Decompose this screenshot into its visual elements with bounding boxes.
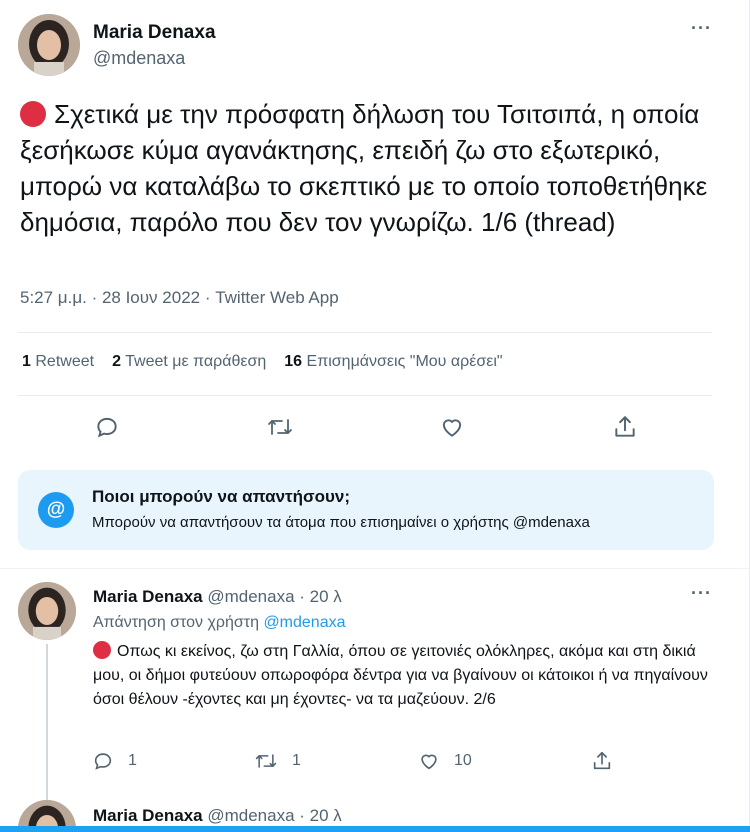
like-icon[interactable] [439,414,465,440]
share-icon[interactable] [591,750,613,772]
who-can-reply-subtitle: Μπορούν να απαντήσουν τα άτομα που επιση… [92,514,590,531]
share-icon[interactable] [612,414,638,440]
like-button[interactable]: 10 [418,750,472,772]
reply-header: Maria Denaxa @mdenaxa · 20 λ [93,587,342,607]
author-name[interactable]: Maria Denaxa [93,806,203,825]
quotes-stat[interactable]: 2 Tweet με παράθεση [112,353,266,370]
reply-header: Maria Denaxa @mdenaxa · 20 λ [93,806,342,826]
more-options-icon[interactable]: ··· [691,18,712,39]
red-circle-emoji-icon [93,641,111,659]
retweet-count: 1 [292,752,301,769]
avatar[interactable] [18,14,80,76]
tweet-text: Σχετικά με την πρόσφατη δήλωση του Τσιτσ… [20,96,725,240]
divider [0,568,749,569]
tweet-actions [0,408,750,448]
author-handle[interactable]: @mdenaxa [93,48,185,69]
mention-icon: @ [38,492,74,528]
reply-text: Οπως κι εκείνος, ζω στη Γαλλία, όπου σε … [93,640,718,712]
author-handle-time[interactable]: @mdenaxa · 20 λ [207,587,341,606]
mention-link[interactable]: @mdenaxa [263,614,345,631]
divider [18,332,712,333]
divider [18,395,712,396]
reply-count: 1 [128,752,137,769]
who-can-reply-box: @ Ποιοι μπορούν να απαντήσουν; Μπορούν ν… [18,470,714,550]
replying-to: Απάντηση στον χρήστη @mdenaxa [93,614,346,631]
reply-icon[interactable] [94,414,120,440]
retweets-stat[interactable]: 1 Retweet [22,353,94,370]
like-count: 10 [454,752,472,769]
author-handle-time[interactable]: @mdenaxa · 20 λ [207,806,341,825]
more-options-icon[interactable]: ··· [691,583,712,604]
reply-text-body: Οπως κι εκείνος, ζω στη Γαλλία, όπου σε … [93,643,708,708]
author-name[interactable]: Maria Denaxa [93,587,203,606]
thread-line [46,644,48,800]
red-circle-emoji-icon [20,101,46,127]
avatar[interactable] [18,582,76,640]
bottom-bar [0,826,750,832]
retweet-button[interactable]: 1 [254,750,301,772]
tweet-text-body: Σχετικά με την πρόσφατη δήλωση του Τσιτσ… [20,99,708,237]
likes-stat[interactable]: 16 Επισημάνσεις "Μου αρέσει" [284,353,502,370]
retweet-icon[interactable] [266,414,294,440]
tweet-stats: 1 Retweet 2 Tweet με παράθεση 16 Επισημάνσ… [22,353,503,371]
tweet-timestamp[interactable]: 5:27 μ.μ. · 28 Ιουν 2022 · Twitter Web A… [20,288,339,308]
who-can-reply-title: Ποιοι μπορούν να απαντήσουν; [92,487,351,506]
author-name[interactable]: Maria Denaxa [93,22,216,44]
reply-button[interactable]: 1 [92,750,137,772]
